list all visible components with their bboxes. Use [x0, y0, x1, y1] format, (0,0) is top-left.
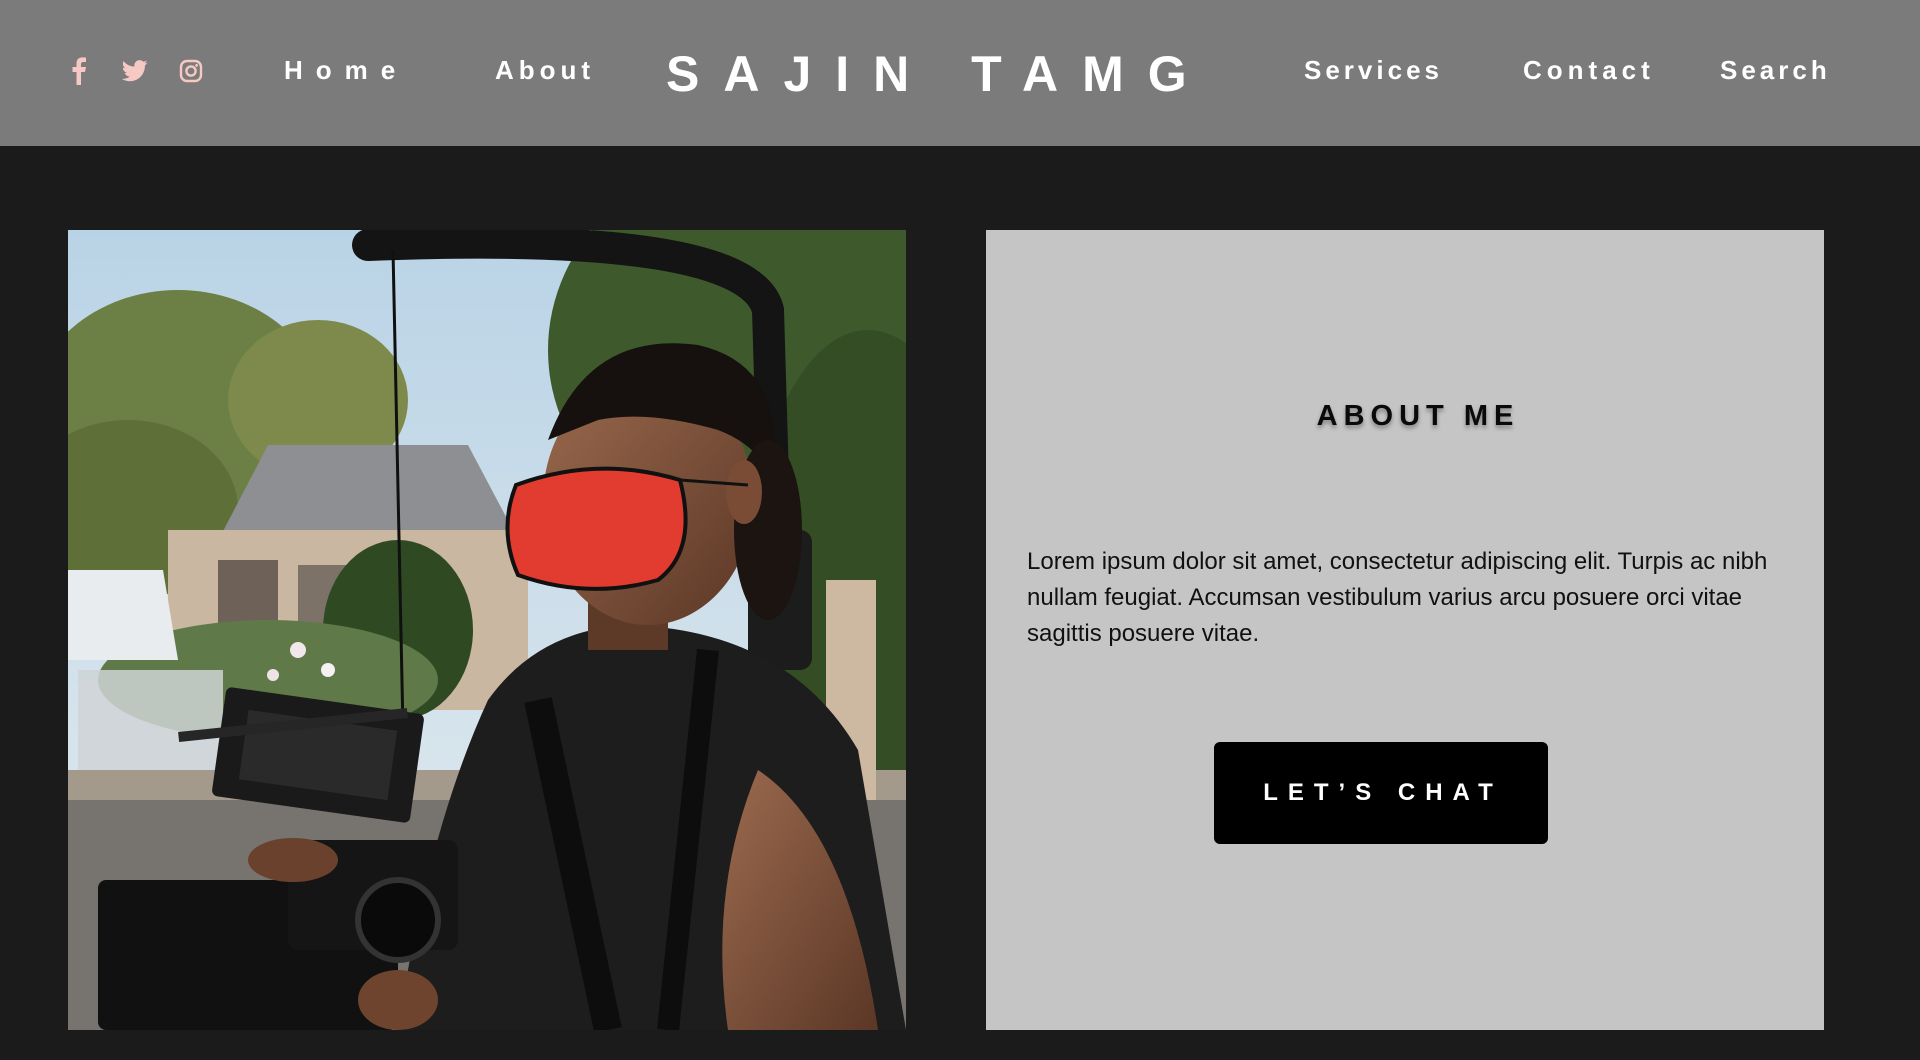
social-links — [66, 57, 204, 85]
lets-chat-button[interactable]: LET’S CHAT — [1214, 742, 1548, 844]
nav-services[interactable]: Services — [1304, 52, 1443, 88]
nav-contact[interactable]: Contact — [1523, 52, 1655, 88]
about-panel: ABOUT ME Lorem ipsum dolor sit amet, con… — [986, 230, 1824, 1030]
nav-search[interactable]: Search — [1720, 52, 1831, 88]
site-header: Home About SAJIN TAMG Services Contact S… — [0, 0, 1920, 146]
about-heading: ABOUT ME — [1316, 400, 1520, 432]
facebook-icon[interactable] — [66, 57, 92, 85]
nav-home[interactable]: Home — [284, 52, 408, 88]
about-body-text: Lorem ipsum dolor sit amet, consectetur … — [1027, 548, 1768, 647]
hero-photo — [68, 230, 906, 1030]
instagram-icon[interactable] — [178, 58, 204, 84]
twitter-icon[interactable] — [122, 58, 148, 84]
site-brand[interactable]: SAJIN TAMG — [666, 44, 1211, 104]
nav-about[interactable]: About — [495, 52, 595, 88]
